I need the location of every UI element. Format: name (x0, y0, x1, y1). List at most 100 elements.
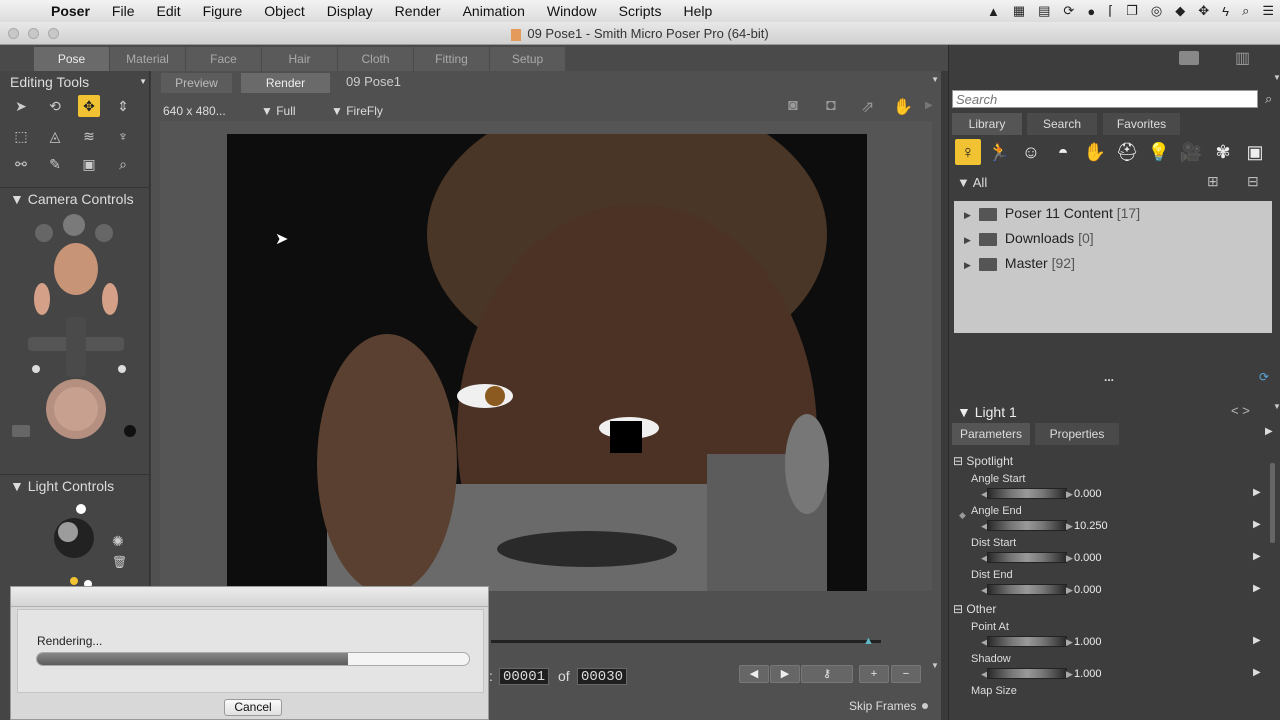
param-dial[interactable] (987, 552, 1067, 563)
panel-menu-icon[interactable]: ▼ (139, 71, 147, 93)
step-back-button[interactable]: ◀ (739, 665, 769, 683)
param-dial[interactable] (987, 668, 1067, 679)
tab-hair[interactable]: Hair (262, 47, 337, 71)
camera-compare-icon[interactable]: ◘ (826, 97, 836, 115)
dial-right-arrow[interactable]: ▶ (1066, 553, 1073, 564)
param-value[interactable]: 1.000 (1074, 668, 1102, 680)
camera-controls-graphic[interactable] (0, 209, 150, 474)
dial-right-arrow[interactable]: ▶ (1066, 585, 1073, 596)
library-bars-icon[interactable]: ▥ (1235, 48, 1250, 68)
tab-search[interactable]: Search (1027, 113, 1097, 135)
cancel-button[interactable]: Cancel (224, 699, 282, 716)
menu-render[interactable]: Render (384, 3, 452, 19)
param-value[interactable]: 0.000 (1074, 552, 1102, 564)
scale-icon[interactable]: ⬚ (10, 125, 32, 147)
panel-menu-icon[interactable]: ▼ (931, 75, 939, 84)
timeline-track[interactable] (491, 640, 881, 643)
translate-icon[interactable]: ✥ (78, 95, 100, 117)
folder-row[interactable]: ▶ Master [92] (964, 252, 1075, 274)
param-menu-icon[interactable]: ▶ (1253, 635, 1261, 646)
param-value[interactable]: 0.000 (1074, 584, 1102, 596)
tab-library[interactable]: Library (952, 113, 1022, 135)
param-menu-icon[interactable]: ▶ (1253, 487, 1261, 498)
param-value[interactable]: 10.250 (1074, 520, 1108, 532)
expand-icon[interactable]: ▶ (1265, 426, 1273, 437)
tab-render[interactable]: Render (241, 73, 330, 93)
dial-right-arrow[interactable]: ▶ (1066, 669, 1073, 680)
timeline-scrubber[interactable]: ▲ (863, 635, 874, 647)
tab-cloth[interactable]: Cloth (338, 47, 413, 71)
parameters-scrollbar[interactable] (1270, 463, 1275, 543)
tab-face[interactable]: Face (186, 47, 261, 71)
grouping-icon[interactable]: ⚯ (10, 153, 32, 175)
folder-row[interactable]: ▶ Poser 11 Content [17] (964, 202, 1140, 224)
refresh-icon[interactable]: ⟳ (1259, 370, 1269, 384)
render-image[interactable]: ➤ (227, 134, 867, 591)
resolution-dropdown[interactable]: 640 x 480... (163, 104, 226, 118)
panel-menu-icon[interactable]: ▼ (1273, 402, 1280, 411)
add-keyframe-button[interactable]: + (859, 665, 889, 683)
search-icon[interactable]: ⌕ (1242, 3, 1249, 19)
library-filter[interactable]: ▼ All (957, 175, 987, 190)
copy-icon[interactable]: ❐ (1126, 3, 1138, 19)
parameters-title[interactable]: ▼ Light 1 (957, 404, 1017, 420)
expand-arrow-icon[interactable]: ▶ (964, 210, 971, 220)
remove-runtime-icon[interactable]: ⊟ (1247, 173, 1259, 190)
remove-keyframe-button[interactable]: − (891, 665, 921, 683)
props-icon[interactable]: ⛑ (1114, 139, 1140, 165)
param-menu-icon[interactable]: ▶ (1253, 583, 1261, 594)
export-icon[interactable]: ⇗ (861, 97, 874, 117)
materials-icon[interactable]: ✾ (1210, 139, 1236, 165)
group-other[interactable]: ⊟ Other (953, 602, 996, 616)
skip-frames-radio[interactable] (922, 703, 928, 709)
chat-icon[interactable] (1179, 51, 1199, 65)
hand-icon[interactable]: ✋ (893, 97, 913, 117)
menu-object[interactable]: Object (253, 3, 315, 19)
adobe-icon[interactable]: ▲ (987, 4, 1000, 19)
engine-dropdown[interactable]: ▼ FireFly (331, 104, 383, 118)
param-menu-icon[interactable]: ▶ (1253, 667, 1261, 678)
folder-row[interactable]: ▶ Downloads [0] (964, 227, 1094, 249)
current-frame-field[interactable]: 00001 (499, 668, 550, 685)
scenes-icon[interactable]: ▣ (1242, 139, 1268, 165)
taper-icon[interactable]: ◬ (44, 125, 66, 147)
quality-dropdown[interactable]: ▼ Full (261, 104, 296, 118)
calendar-icon[interactable]: ▤ (1038, 3, 1050, 19)
minimize-window-button[interactable] (28, 28, 39, 39)
chart-icon[interactable]: ▦ (1013, 3, 1025, 19)
tab-setup[interactable]: Setup (490, 47, 565, 71)
tab-material[interactable]: Material (110, 47, 185, 71)
bracket-icon[interactable]: ⌈ (1108, 3, 1113, 19)
lights-icon[interactable]: 💡 (1146, 139, 1172, 165)
menu-app[interactable]: Poser (40, 3, 101, 19)
cc-icon[interactable]: ◎ (1151, 3, 1162, 19)
panel-menu-icon[interactable]: ▼ (1273, 73, 1280, 82)
param-dial[interactable] (987, 520, 1067, 531)
play-button[interactable]: ▶ (770, 665, 800, 683)
steam-icon[interactable]: ● (1087, 4, 1095, 19)
tab-pose[interactable]: Pose (34, 47, 109, 71)
expressions-icon[interactable]: ☺ (1018, 139, 1044, 165)
expand-arrow-icon[interactable]: ▶ (964, 260, 971, 270)
zoom-window-button[interactable] (48, 28, 59, 39)
search-icon[interactable]: ⌕ (1265, 91, 1272, 107)
tab-properties[interactable]: Properties (1035, 423, 1119, 445)
dropbox-icon[interactable]: ◆ (1175, 3, 1185, 19)
menu-display[interactable]: Display (316, 3, 384, 19)
param-dial[interactable] (987, 584, 1067, 595)
param-dial[interactable] (987, 488, 1067, 499)
keyframe-icon[interactable]: ⚷ (801, 665, 853, 683)
morph-brush-icon[interactable]: ✎ (44, 153, 66, 175)
more-options[interactable]: ... (1104, 370, 1114, 384)
rotate-icon[interactable]: ⟲ (44, 95, 66, 117)
param-dial[interactable] (987, 636, 1067, 647)
hair-icon[interactable]: ◓ (1050, 139, 1076, 165)
param-menu-icon[interactable]: ▶ (1253, 551, 1261, 562)
menu-help[interactable]: Help (672, 3, 723, 19)
param-value[interactable]: 0.000 (1074, 488, 1102, 500)
poses-icon[interactable]: 🏃 (986, 139, 1012, 165)
tab-fitting[interactable]: Fitting (414, 47, 489, 71)
menu-edit[interactable]: Edit (145, 3, 191, 19)
cameras-icon[interactable]: 🎥 (1178, 139, 1204, 165)
menu-file[interactable]: File (101, 3, 146, 19)
